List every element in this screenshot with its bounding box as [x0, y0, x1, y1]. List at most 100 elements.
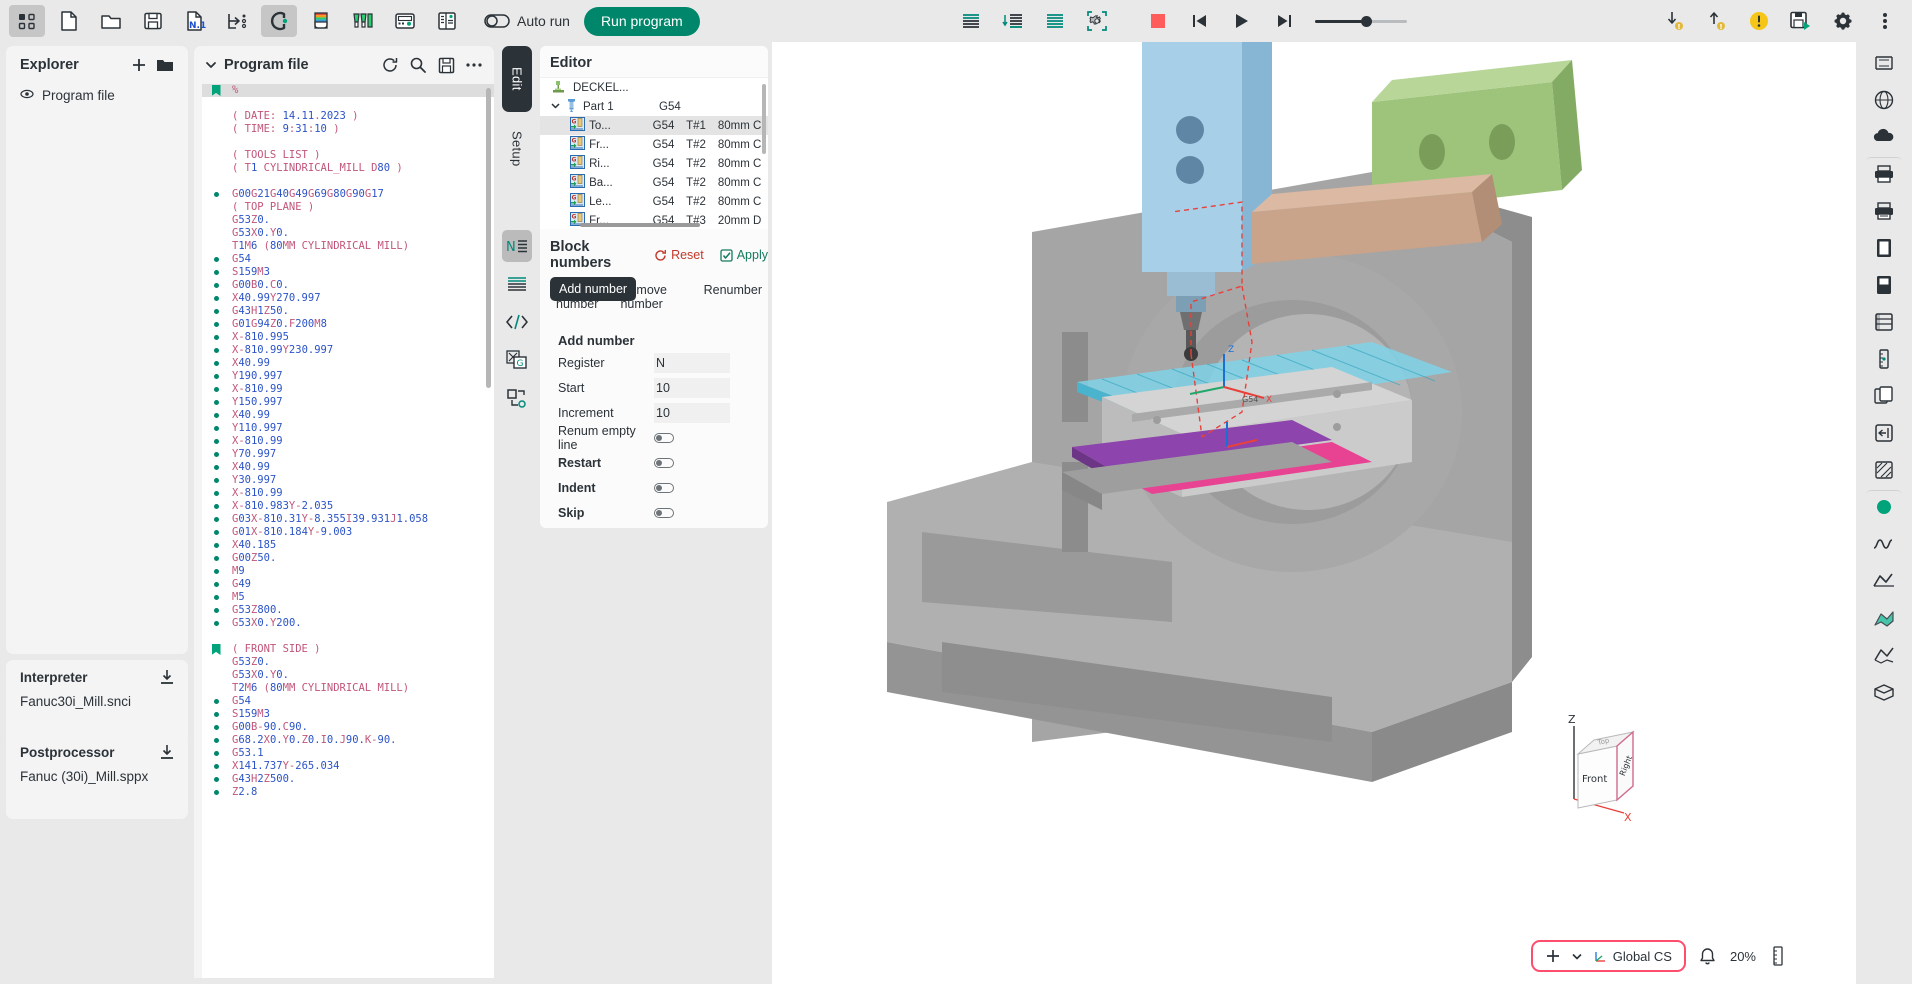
- tree-part-row[interactable]: Part 1 G54: [540, 97, 768, 116]
- code-line[interactable]: ( TIME: 9:31:10 ): [202, 123, 494, 136]
- tab-setup[interactable]: Setup: [502, 116, 532, 182]
- sort-lines-icon[interactable]: [995, 5, 1031, 37]
- code-line[interactable]: X-810.983Y-2.035: [202, 500, 494, 513]
- skip-end-icon[interactable]: [1266, 5, 1302, 37]
- code-line[interactable]: G54: [202, 253, 494, 266]
- wave-icon[interactable]: [1866, 527, 1902, 560]
- folder-icon[interactable]: [152, 52, 178, 78]
- align-lines-icon[interactable]: [953, 5, 989, 37]
- color-stack-icon[interactable]: [303, 5, 339, 37]
- download-warning-icon[interactable]: !: [1657, 5, 1693, 37]
- code-line[interactable]: ( TOP PLANE ): [202, 201, 494, 214]
- tab-edit[interactable]: Edit: [502, 46, 532, 112]
- code-line[interactable]: S159M3: [202, 708, 494, 721]
- code-line[interactable]: T1M6 (80MM CYLINDRICAL MILL): [202, 240, 494, 253]
- table-row[interactable]: G Ba... G54 T#2 80mm C: [540, 173, 768, 192]
- grid-dots-icon[interactable]: [9, 5, 45, 37]
- code-line[interactable]: Y190.997: [202, 370, 494, 383]
- stop-icon[interactable]: [1140, 5, 1176, 37]
- new-file-icon[interactable]: [51, 5, 87, 37]
- tab-renumber[interactable]: Renumber: [698, 279, 768, 315]
- reset-button[interactable]: Reset: [654, 248, 704, 262]
- code-line[interactable]: X40.99: [202, 409, 494, 422]
- code-line[interactable]: X40.99: [202, 357, 494, 370]
- code-line[interactable]: ( FRONT SIDE ): [202, 643, 494, 656]
- code-line[interactable]: X-810.99: [202, 487, 494, 500]
- bell-icon[interactable]: [1694, 947, 1722, 965]
- code-line[interactable]: G00B-90.C90.: [202, 721, 494, 734]
- code-line[interactable]: ( TOOLS LIST ): [202, 149, 494, 162]
- code-line[interactable]: G49: [202, 578, 494, 591]
- field-value[interactable]: 10: [654, 403, 730, 423]
- code-line[interactable]: [202, 630, 494, 643]
- skip-start-icon[interactable]: [1182, 5, 1218, 37]
- field-toggle[interactable]: [654, 433, 674, 443]
- code-line[interactable]: G43H1Z50.: [202, 305, 494, 318]
- field-value[interactable]: N: [654, 353, 730, 373]
- copy-icon[interactable]: [1866, 379, 1902, 412]
- field-toggle[interactable]: [654, 508, 674, 518]
- code-line[interactable]: G01X-810.184Y-9.003: [202, 526, 494, 539]
- box-open-icon[interactable]: [1866, 675, 1902, 708]
- teal-lines-icon[interactable]: [1037, 5, 1073, 37]
- code-line[interactable]: G53Z0.: [202, 214, 494, 227]
- global-cs-button[interactable]: Global CS: [1593, 949, 1672, 964]
- code-line[interactable]: Y150.997: [202, 396, 494, 409]
- view-orientation-cube[interactable]: Z X Front Right Top: [1562, 713, 1642, 824]
- code-brackets-icon[interactable]: [502, 306, 532, 338]
- explorer-item-program-file[interactable]: Program file: [6, 84, 188, 107]
- printer-icon[interactable]: [1866, 157, 1902, 190]
- plus-icon[interactable]: [126, 52, 152, 78]
- more-icon[interactable]: [460, 51, 488, 79]
- code-line[interactable]: X-810.995: [202, 331, 494, 344]
- field-toggle[interactable]: [654, 458, 674, 468]
- auto-run-toggle[interactable]: Auto run: [484, 13, 570, 29]
- code-line[interactable]: Y110.997: [202, 422, 494, 435]
- code-line[interactable]: Y70.997: [202, 448, 494, 461]
- table-row[interactable]: G Fr... G54 T#2 80mm C: [540, 135, 768, 154]
- gear-bracket-icon[interactable]: [1079, 5, 1115, 37]
- code-line[interactable]: ( DATE: 14.11.2023 ): [202, 110, 494, 123]
- flag2-icon[interactable]: [1866, 638, 1902, 671]
- search-icon[interactable]: [404, 51, 432, 79]
- measure-icon[interactable]: [1866, 342, 1902, 375]
- magnet-icon[interactable]: [261, 5, 297, 37]
- refresh-icon[interactable]: [376, 51, 404, 79]
- n1-numbering-icon[interactable]: N.1: [177, 5, 213, 37]
- fold-icon[interactable]: [1866, 564, 1902, 597]
- tree-scrollbar-horizontal[interactable]: [580, 223, 700, 227]
- ruler-icon[interactable]: [1764, 946, 1792, 966]
- upload-warning-icon[interactable]: !: [1699, 5, 1735, 37]
- code-line[interactable]: G03X-810.31Y-8.355I39.931J1.058: [202, 513, 494, 526]
- printer2-icon[interactable]: [1866, 194, 1902, 227]
- stock-box-icon[interactable]: [1866, 46, 1902, 79]
- code-line[interactable]: G00B0.C0.: [202, 279, 494, 292]
- code-line[interactable]: X-810.99Y230.997: [202, 344, 494, 357]
- open-folder-icon[interactable]: [93, 5, 129, 37]
- code-line[interactable]: X-810.99: [202, 383, 494, 396]
- code-line[interactable]: X-810.99: [202, 435, 494, 448]
- code-line[interactable]: X141.737Y-265.034: [202, 760, 494, 773]
- chevron-down-icon[interactable]: [202, 59, 220, 71]
- operations-tree[interactable]: DECKEL... Part 1 G54 G To... G54 T#1 80mm CG…: [540, 77, 768, 229]
- code-line[interactable]: G43H2Z500.: [202, 773, 494, 786]
- tools-icon[interactable]: [345, 5, 381, 37]
- apply-button[interactable]: Apply: [720, 248, 768, 262]
- controller-icon[interactable]: [387, 5, 423, 37]
- code-line[interactable]: Y30.997: [202, 474, 494, 487]
- code-line[interactable]: G01G94Z0.F200M8: [202, 318, 494, 331]
- export-icon[interactable]: [219, 5, 255, 37]
- slider-knob[interactable]: [1361, 15, 1372, 27]
- code-line[interactable]: M9: [202, 565, 494, 578]
- program-file-scrollbar[interactable]: [486, 88, 491, 388]
- code-line[interactable]: M5: [202, 591, 494, 604]
- warning-circle-icon[interactable]: [1741, 5, 1777, 37]
- sphere-icon[interactable]: [1866, 83, 1902, 116]
- code-line[interactable]: [202, 136, 494, 149]
- table-row[interactable]: G To... G54 T#1 80mm C: [540, 116, 768, 135]
- code-line[interactable]: G53X0.Y0.: [202, 669, 494, 682]
- table-row[interactable]: G Le... G54 T#2 80mm C: [540, 192, 768, 211]
- tree-scrollbar-vertical[interactable]: [762, 84, 766, 154]
- code-line[interactable]: [202, 175, 494, 188]
- tree-root-row[interactable]: DECKEL...: [540, 78, 768, 97]
